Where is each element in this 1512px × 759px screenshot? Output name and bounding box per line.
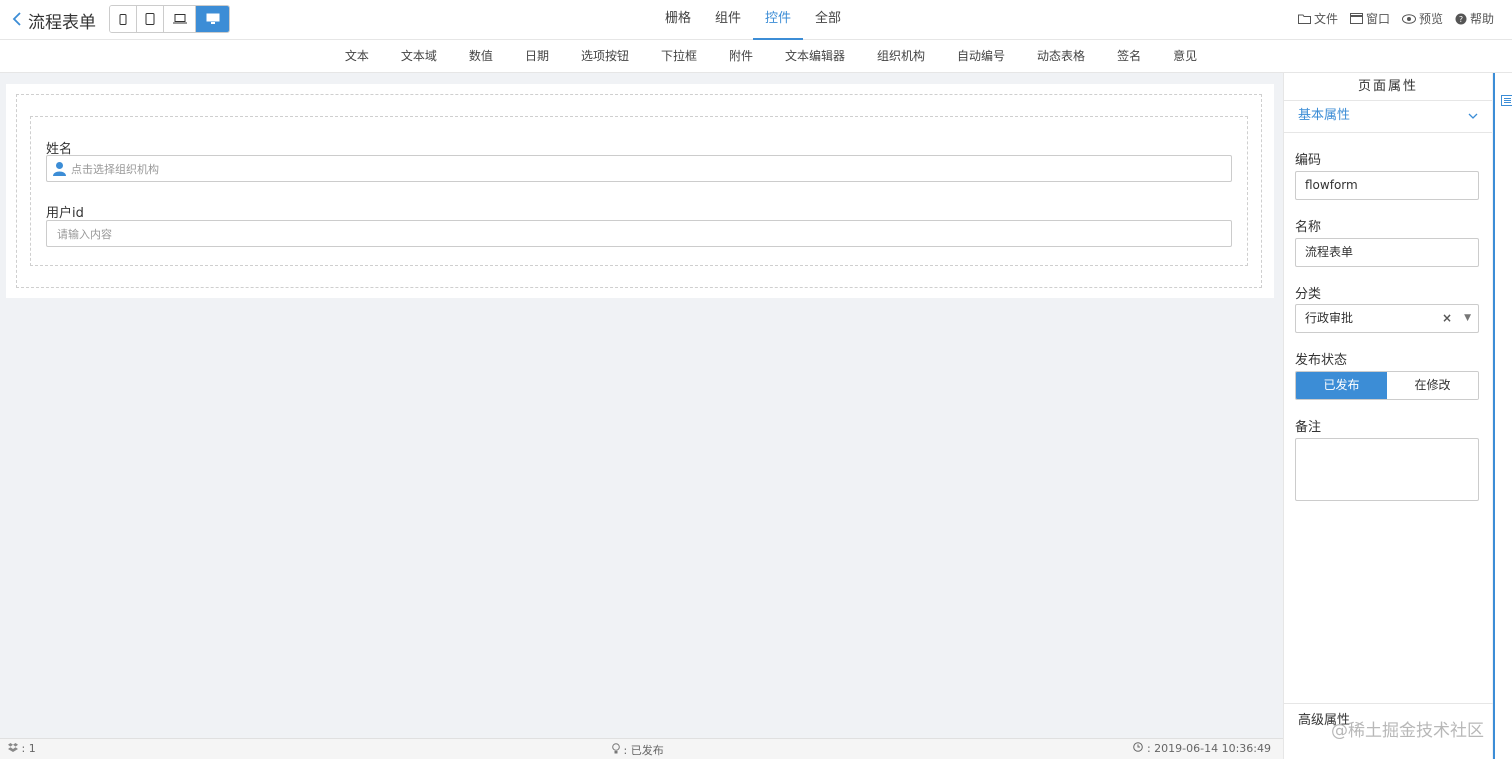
clear-icon[interactable]: × [1442, 305, 1452, 332]
menu-file-label: 文件 [1313, 12, 1338, 26]
caret-down-icon: ▼ [1464, 313, 1471, 323]
status-time: : 2019-06-14 10:36:49 [1133, 742, 1271, 755]
menu-preview-label: 预览 [1418, 12, 1443, 26]
control-text[interactable]: 文本 [329, 40, 385, 72]
publish-status-toggle: 已发布 在修改 [1295, 371, 1479, 400]
basic-properties-label: 基本属性 [1298, 108, 1351, 123]
clock-icon [1133, 742, 1144, 752]
menu-preview[interactable]: 预览 [1401, 10, 1443, 27]
status-publish: : 已发布 [612, 742, 664, 758]
basic-properties-section[interactable]: 基本属性 [1284, 101, 1492, 133]
watermark: @稀土掘金技术社区 [1331, 721, 1484, 741]
menu-window[interactable]: 窗口 [1349, 10, 1390, 27]
control-auto-number[interactable]: 自动编号 [941, 40, 1021, 72]
userid-placeholder: 请输入内容 [57, 227, 112, 241]
organization-picker-input[interactable]: 点击选择组织机构 [46, 155, 1232, 182]
name-input[interactable]: 流程表单 [1295, 238, 1479, 267]
tab-all[interactable]: 全部 [803, 0, 853, 40]
lightbulb-icon [612, 743, 620, 754]
window-icon [1349, 13, 1363, 24]
tablet-view-button[interactable] [137, 6, 164, 32]
tab-components[interactable]: 组件 [703, 0, 753, 40]
svg-text:?: ? [1459, 15, 1463, 24]
code-label: 编码 [1295, 153, 1322, 168]
status-time-text: : 2019-06-14 10:36:49 [1146, 742, 1271, 755]
menu-window-label: 窗口 [1365, 12, 1390, 26]
code-input[interactable]: flowform [1295, 171, 1479, 200]
status-count: : 1 [8, 742, 36, 755]
eye-icon [1401, 13, 1416, 24]
mobile-view-button[interactable] [110, 6, 137, 32]
control-attachment[interactable]: 附件 [713, 40, 769, 72]
category-value: 行政审批 [1305, 311, 1354, 325]
control-organization[interactable]: 组织机构 [861, 40, 941, 72]
field-userid-label: 用户id [46, 206, 84, 221]
menu-file[interactable]: 文件 [1297, 10, 1338, 27]
name-label: 名称 [1295, 220, 1322, 235]
right-side-strip [1493, 73, 1512, 759]
back-button[interactable]: 流程表单 [12, 8, 96, 33]
status-count-text: : 1 [21, 742, 36, 755]
main-tabs: 栅格 组件 控件 全部 [653, 0, 853, 40]
header-menu: 文件 窗口 预览 ? 帮助 [1297, 10, 1494, 27]
tab-grid[interactable]: 栅格 [653, 0, 703, 40]
user-icon [53, 162, 66, 176]
note-textarea[interactable] [1295, 438, 1479, 501]
device-switcher [109, 5, 230, 33]
tablet-icon [145, 13, 155, 25]
status-label: 发布状态 [1295, 353, 1348, 368]
userid-input[interactable]: 请输入内容 [46, 220, 1232, 247]
control-opinion[interactable]: 意见 [1157, 40, 1213, 72]
form-canvas[interactable]: 姓名 点击选择组织机构 用户id 请输入内容 [6, 84, 1274, 298]
control-date[interactable]: 日期 [509, 40, 565, 72]
control-rich-text-editor[interactable]: 文本编辑器 [769, 40, 861, 72]
status-publish-text: : 已发布 [623, 744, 664, 757]
properties-panel: 页面属性 基本属性 编码 flowform 名称 流程表单 分类 行政审批 × … [1283, 73, 1493, 759]
control-textarea[interactable]: 文本域 [385, 40, 453, 72]
control-option-button[interactable]: 选项按钮 [565, 40, 645, 72]
control-dynamic-table[interactable]: 动态表格 [1021, 40, 1101, 72]
chevron-left-icon [12, 11, 22, 30]
laptop-view-button[interactable] [164, 6, 196, 32]
folder-icon [1297, 14, 1311, 24]
laptop-icon [172, 14, 187, 24]
controls-toolbar: 文本 文本域 数值 日期 选项按钮 下拉框 附件 文本编辑器 组织机构 自动编号… [0, 40, 1512, 73]
category-select[interactable]: 行政审批 × ▼ [1295, 304, 1479, 333]
status-editing-option[interactable]: 在修改 [1387, 372, 1478, 399]
desktop-icon [206, 13, 219, 24]
chevron-down-icon [1468, 101, 1478, 131]
status-bar: : 1 : 已发布 : 2019-06-14 10:36:49 [0, 738, 1283, 759]
control-dropdown[interactable]: 下拉框 [645, 40, 713, 72]
help-icon: ? [1455, 13, 1467, 24]
menu-help-label: 帮助 [1469, 12, 1494, 26]
top-header: 流程表单 栅格 组件 控件 全部 文件 窗口 预览 ? 帮助 [0, 0, 1512, 40]
organization-picker-placeholder: 点击选择组织机构 [71, 162, 159, 176]
menu-help[interactable]: ? 帮助 [1455, 10, 1494, 27]
page-title: 流程表单 [28, 13, 96, 33]
panel-title: 页面属性 [1284, 73, 1492, 101]
mobile-icon [119, 13, 127, 25]
category-label: 分类 [1295, 287, 1322, 302]
tab-controls[interactable]: 控件 [753, 0, 804, 40]
control-number[interactable]: 数值 [453, 40, 509, 72]
status-published-option[interactable]: 已发布 [1296, 372, 1387, 399]
note-label: 备注 [1295, 420, 1322, 435]
desktop-view-button[interactable] [196, 6, 229, 32]
list-icon[interactable] [1501, 95, 1512, 106]
dropbox-icon [8, 743, 18, 752]
control-signature[interactable]: 签名 [1101, 40, 1157, 72]
